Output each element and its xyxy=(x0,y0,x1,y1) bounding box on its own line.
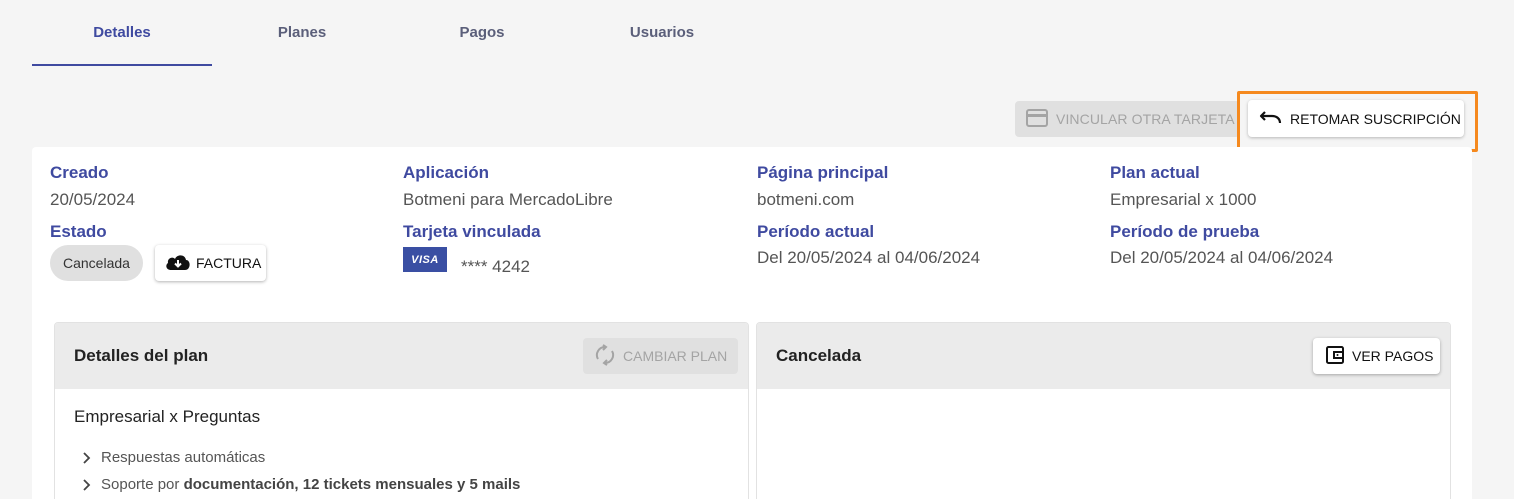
status-panel-title: Cancelada xyxy=(776,346,862,365)
invoice-button[interactable]: FACTURA xyxy=(155,245,266,281)
plan-feature-item: Soporte por documentación, 12 tickets me… xyxy=(81,476,520,493)
credit-card-icon xyxy=(1026,108,1048,130)
tab-payments-label: Pagos xyxy=(459,24,505,41)
view-payments-label: VER PAGOS xyxy=(1352,348,1434,364)
resume-subscription-label: RETOMAR SUSCRIPCIÓN xyxy=(1290,110,1461,127)
plan-details-panel: Detalles del plan CAMBIAR PLAN Empresari… xyxy=(54,322,749,499)
feature-text: Soporte por documentación, 12 tickets me… xyxy=(101,476,520,493)
tab-users-label: Usuarios xyxy=(629,24,695,41)
status-label: Estado xyxy=(50,222,107,241)
cloud-download-icon xyxy=(164,252,192,275)
link-card-label: VINCULAR OTRA TARJETA xyxy=(1056,111,1235,127)
homepage-value: botmeni.com xyxy=(757,190,855,209)
plan-name: Empresarial x Preguntas xyxy=(74,407,261,426)
card-number: **** 4242 xyxy=(461,257,531,276)
app-label: Aplicación xyxy=(403,163,489,182)
tab-plans-label: Planes xyxy=(277,24,327,41)
view-payments-button[interactable]: VER PAGOS xyxy=(1313,338,1440,374)
plan-feature-item: Respuestas automáticas xyxy=(81,449,265,466)
status-badge: Cancelada xyxy=(50,245,143,281)
link-card-button[interactable]: VINCULAR OTRA TARJETA xyxy=(1015,101,1240,137)
change-plan-label: CAMBIAR PLAN xyxy=(623,348,728,364)
card-brand: VISA xyxy=(411,253,439,266)
tab-details-label: Detalles xyxy=(93,24,151,41)
invoice-label: FACTURA xyxy=(196,255,262,271)
created-label: Creado xyxy=(50,163,109,182)
plan-details-header: Detalles del plan CAMBIAR PLAN xyxy=(55,323,748,389)
chevron-right-icon xyxy=(83,451,91,464)
tab-bar: Detalles Planes Pagos Usuarios xyxy=(32,0,752,66)
current-plan-label: Plan actual xyxy=(1110,163,1200,182)
trial-period-value: Del 20/05/2024 al 04/06/2024 xyxy=(1110,248,1334,267)
created-value: 20/05/2024 xyxy=(50,190,136,209)
change-plan-button[interactable]: CAMBIAR PLAN xyxy=(583,338,738,374)
tab-users[interactable]: Usuarios xyxy=(572,0,752,65)
app-value: Botmeni para MercadoLibre xyxy=(403,190,613,209)
homepage-label: Página principal xyxy=(757,163,889,182)
tab-payments[interactable]: Pagos xyxy=(392,0,572,65)
tab-plans[interactable]: Planes xyxy=(212,0,392,65)
linked-card-label: Tarjeta vinculada xyxy=(403,222,541,241)
current-period-value: Del 20/05/2024 al 04/06/2024 xyxy=(757,248,981,267)
chevron-right-icon xyxy=(83,478,91,491)
current-plan-value: Empresarial x 1000 xyxy=(1110,190,1257,209)
feature-prefix: Soporte por xyxy=(101,476,184,493)
undo-icon xyxy=(1259,108,1283,129)
plan-details-title: Detalles del plan xyxy=(74,346,209,365)
visa-card-icon: VISA xyxy=(403,247,447,272)
feature-bold: documentación, 12 tickets mensuales y 5 … xyxy=(183,476,521,493)
status-badge-text: Cancelada xyxy=(63,255,130,271)
status-panel: Cancelada VER PAGOS xyxy=(756,322,1451,499)
feature-text: Respuestas automáticas xyxy=(101,449,266,466)
tab-details[interactable]: Detalles xyxy=(32,0,212,66)
current-period-label: Período actual xyxy=(757,222,875,241)
wallet-icon xyxy=(1325,345,1345,368)
resume-subscription-button[interactable]: RETOMAR SUSCRIPCIÓN xyxy=(1248,100,1464,137)
trial-period-label: Período de prueba xyxy=(1110,222,1260,241)
status-panel-header: Cancelada VER PAGOS xyxy=(757,323,1450,389)
sync-icon xyxy=(594,343,616,369)
